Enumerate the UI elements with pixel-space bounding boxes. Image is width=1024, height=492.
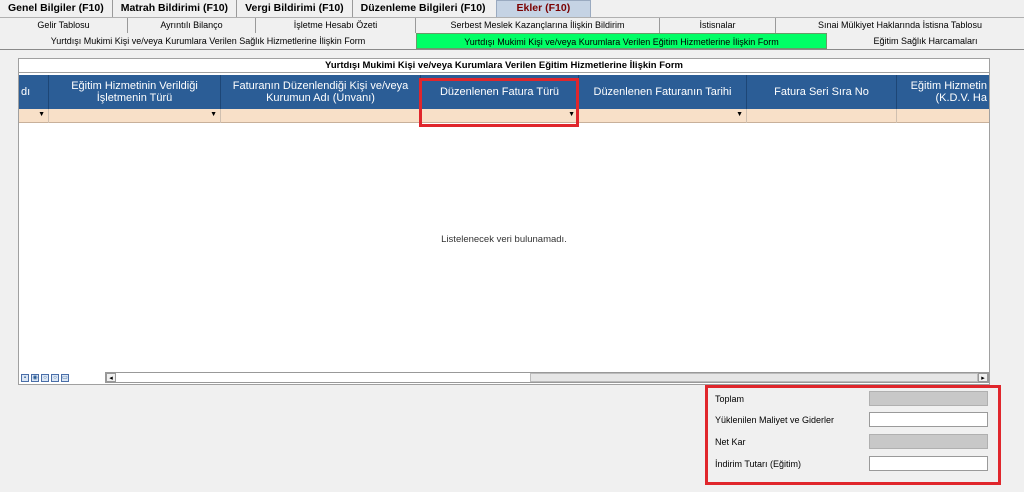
grid-footer: ▪ ◉ ○ ○ ▭ ◂ ▸ [19,371,989,384]
tab-istisnalar[interactable]: İstisnalar [660,18,776,33]
horizontal-scrollbar[interactable]: ◂ ▸ [105,372,989,383]
column-header-label: Kurumun Adı (Unvanı) [266,92,375,104]
tab-duzenleme-bilgileri[interactable]: Düzenleme Bilgileri (F10) [353,0,494,17]
panel-title: Yurtdışı Mukimi Kişi ve/veya Kurumlara V… [19,59,989,73]
filter-isletme-turu[interactable]: ▼ [49,109,221,123]
scrollbar-thumb[interactable] [530,373,978,382]
grid-toolbar: ▪ ◉ ○ ○ ▭ [19,373,101,382]
filter-kurum-adi[interactable] [221,109,421,123]
column-header-label: Eğitim Hizmetin [910,80,987,92]
tab-isletme-hesabi-ozeti[interactable]: İşletme Hesabı Özeti [256,18,416,33]
netkar-label: Net Kar [715,437,746,447]
toplam-label: Toplam [715,394,745,404]
maliyet-label: Yüklenilen Maliyet ve Giderler [715,415,835,425]
tab-egitim-hizmetleri-form[interactable]: Yurtdışı Mukimi Kişi ve/veya Kurumlara V… [416,33,827,49]
filter-fatura-tarihi[interactable]: ▼ [579,109,747,123]
netkar-field [869,434,988,449]
column-header-seri-sira-no[interactable]: Fatura Seri Sıra No [747,75,897,109]
toplam-field [869,391,988,406]
column-header-label: dı [21,86,31,98]
zoom-out-icon[interactable]: ○ [51,373,59,382]
tab-ekler[interactable]: Ekler (F10) [495,0,592,17]
totals-section: Toplam Yüklenilen Maliyet ve Giderler Ne… [707,388,998,483]
chevron-down-icon[interactable]: ▼ [210,111,217,118]
tab-gelir-tablosu[interactable]: Gelir Tablosu [0,18,128,33]
filter-seri-sira-no[interactable] [747,109,897,123]
column-header-kurum-adi[interactable]: Faturanın Düzenlendiği Kişi ve/veya Kuru… [221,75,421,109]
tab-ayrintili-bilanco[interactable]: Ayrıntılı Bilanço [128,18,256,33]
chevron-down-icon[interactable]: ▼ [38,111,45,118]
tab-saglik-hizmetleri-form[interactable]: Yurtdışı Mukimi Kişi ve/veya Kurumlara V… [0,33,416,49]
column-header-isletme-turu[interactable]: Eğitim Hizmetinin Verildiği İşletmenin T… [49,75,221,109]
indirim-input[interactable] [869,456,988,471]
tab-genel-bilgiler[interactable]: Genel Bilgiler (F10) [0,0,113,17]
chevron-down-icon[interactable]: ▼ [736,111,743,118]
column-header-fatura-tarihi[interactable]: Düzenlenen Faturanın Tarihi [579,75,747,109]
empty-state-message: Listelenecek veri bulunamadı. [441,234,567,245]
column-header-label: Faturanın Düzenlendiği Kişi ve/veya [232,80,409,92]
filter-hizmet-bedeli[interactable] [897,109,989,123]
highlight-fatura-turu [419,78,579,127]
column-header-0[interactable]: dı [19,75,49,109]
tab-vergi-bildirimi[interactable]: Vergi Bildirimi (F10) [237,0,353,17]
indirim-label: İndirim Tutarı (Eğitim) [715,459,802,469]
totals-row-toplam: Toplam [707,391,998,409]
eye-icon[interactable]: ◉ [31,373,39,382]
print-icon[interactable]: ▭ [61,373,69,382]
tab-matrah-bildirimi[interactable]: Matrah Bildirimi (F10) [113,0,238,17]
tab-sinai-mulkiyet[interactable]: Sınai Mülkiyet Haklarında İstisna Tablos… [776,18,1024,33]
totals-row-indirim: İndirim Tutarı (Eğitim) [707,456,998,474]
tab-serbest-meslek[interactable]: Serbest Meslek Kazançlarına İlişkin Bild… [416,18,660,33]
column-header-label: Düzenlenen Faturanın Tarihi [593,86,732,98]
totals-row-netkar: Net Kar [707,434,998,452]
save-icon[interactable]: ▪ [21,373,29,382]
column-header-label: Eğitim Hizmetinin Verildiği [71,80,198,92]
totals-row-maliyet: Yüklenilen Maliyet ve Giderler [707,412,998,430]
tab-egitim-saglik-harcamalari[interactable]: Eğitim Sağlık Harcamaları [827,33,1024,49]
maliyet-input[interactable] [869,412,988,427]
scroll-right-icon[interactable]: ▸ [978,373,988,382]
column-header-label: (K.D.V. Ha [935,92,987,104]
filter-cell-0[interactable]: ▼ [19,109,49,123]
main-tab-bar: Genel Bilgiler (F10) Matrah Bildirimi (F… [0,0,1024,17]
column-header-hizmet-bedeli[interactable]: Eğitim Hizmetin (K.D.V. Ha [897,75,989,109]
sub-tab-bar-2: Yurtdışı Mukimi Kişi ve/veya Kurumlara V… [0,33,1024,50]
column-header-label: Fatura Seri Sıra No [774,86,869,98]
zoom-icon[interactable]: ○ [41,373,49,382]
scroll-left-icon[interactable]: ◂ [106,373,116,382]
column-header-label: İşletmenin Türü [96,92,173,104]
sub-tab-bar-1: Gelir Tablosu Ayrıntılı Bilanço İşletme … [0,17,1024,33]
